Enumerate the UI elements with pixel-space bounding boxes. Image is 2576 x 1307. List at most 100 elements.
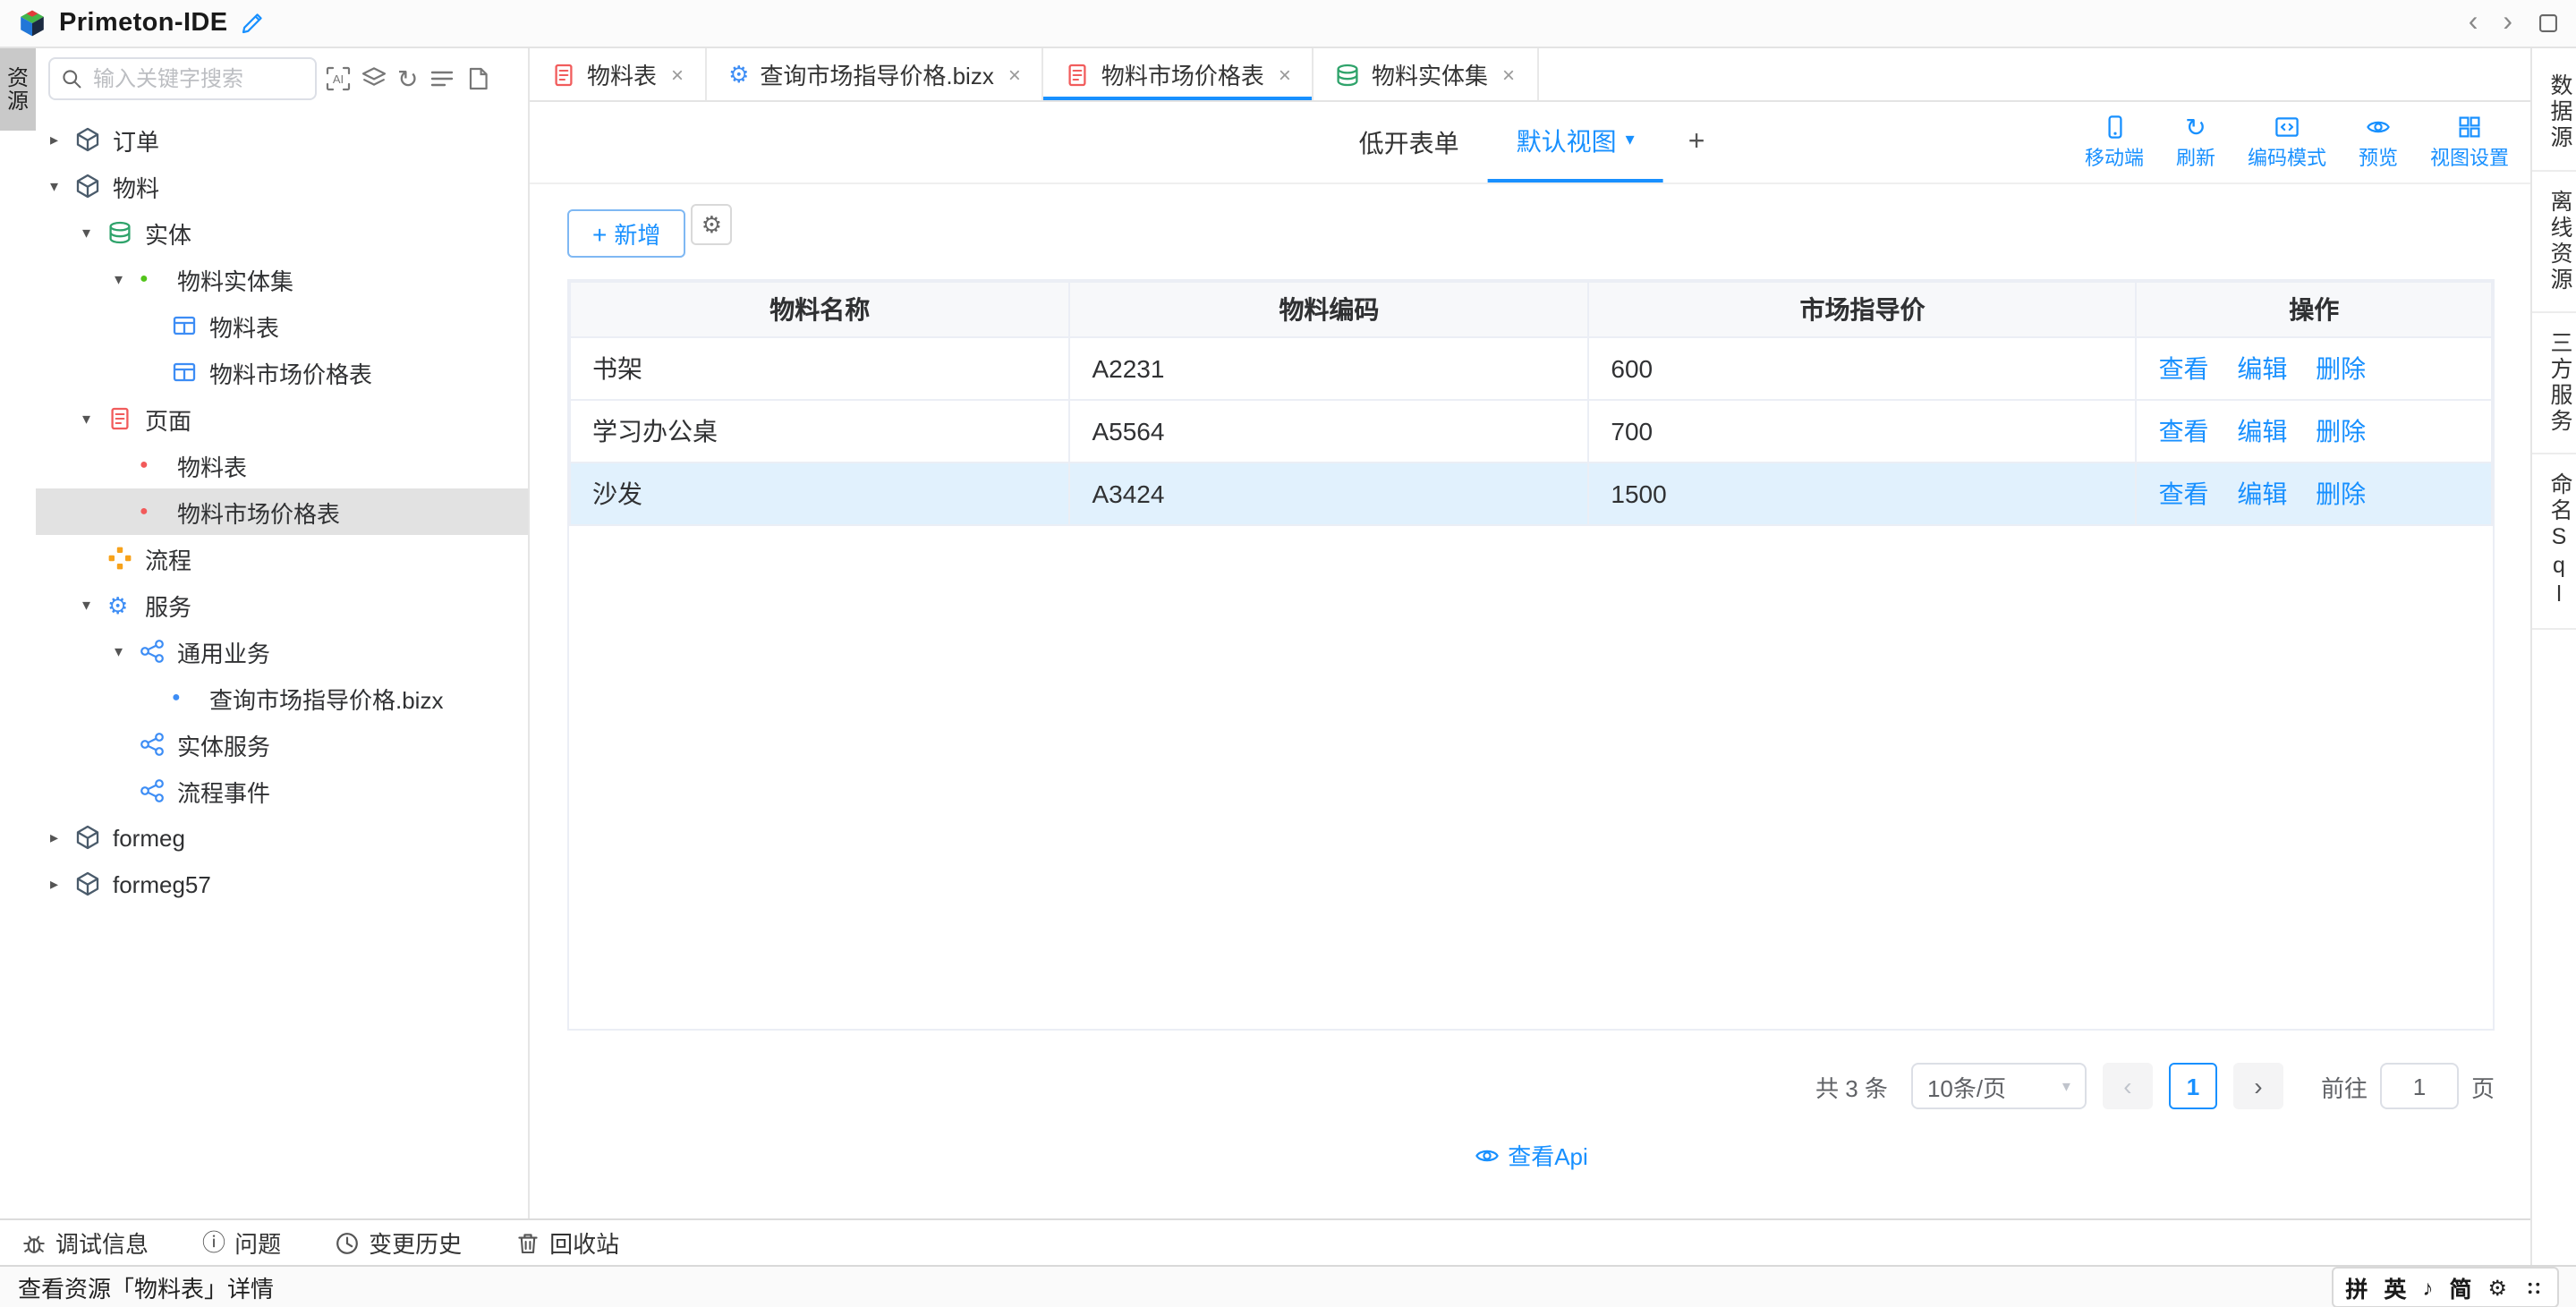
- action-label: 编码模式: [2248, 143, 2326, 172]
- tree-item[interactable]: ▾ ⚙ 服务: [36, 581, 528, 628]
- chevron-right-icon[interactable]: ▸: [50, 827, 75, 847]
- tree-item[interactable]: ● 查询市场指导价格.bizx: [36, 675, 528, 721]
- branch-icon: [140, 732, 165, 757]
- close-icon[interactable]: ×: [671, 62, 684, 87]
- preview-button[interactable]: 预览: [2359, 113, 2398, 172]
- editor-tab[interactable]: 物料实体集 ×: [1314, 48, 1538, 100]
- restore-window-icon[interactable]: [2538, 13, 2559, 34]
- tree-item[interactable]: ▸ formeg57: [36, 861, 528, 907]
- editor-tab[interactable]: 物料表 ×: [530, 48, 707, 100]
- chevron-down-icon[interactable]: ▾: [82, 595, 107, 615]
- change-history-button[interactable]: 变更历史: [335, 1226, 462, 1260]
- chevron-down-icon[interactable]: ▾: [115, 269, 140, 289]
- close-icon[interactable]: ×: [1502, 62, 1515, 87]
- table-row[interactable]: 学习办公桌 A5564 700 查看 编辑 删除: [570, 400, 2492, 463]
- chevron-right-icon[interactable]: ▸: [50, 130, 75, 149]
- grid-dots-icon[interactable]: [2523, 1277, 2545, 1298]
- next-page-button[interactable]: ›: [2233, 1063, 2283, 1109]
- table-settings-button[interactable]: ⚙: [691, 204, 732, 245]
- chevron-down-icon[interactable]: ▾: [115, 641, 140, 661]
- table-row[interactable]: 书架 A2231 600 查看 编辑 删除: [570, 337, 2492, 400]
- search-box[interactable]: [48, 57, 317, 100]
- main-content: + 新增 ⚙: [530, 184, 2530, 1218]
- edit-link[interactable]: 编辑: [2237, 417, 2287, 446]
- delete-link[interactable]: 删除: [2316, 354, 2366, 383]
- pencil-icon[interactable]: [241, 11, 266, 36]
- info-icon: ⓘ: [202, 1231, 225, 1254]
- chevron-right-icon[interactable]: ▸: [50, 874, 75, 894]
- blue-dot-icon: ●: [172, 691, 181, 705]
- rail-tab-third-party-services[interactable]: 三方服务: [2532, 312, 2576, 454]
- view-link[interactable]: 查看: [2159, 354, 2209, 383]
- tree-item[interactable]: ▾ 页面: [36, 395, 528, 442]
- tree-item[interactable]: 流程事件: [36, 768, 528, 814]
- refresh-icon[interactable]: ↻: [397, 66, 418, 91]
- tree-item[interactable]: ▸ 订单: [36, 116, 528, 163]
- delete-link[interactable]: 删除: [2316, 480, 2366, 508]
- list-icon[interactable]: [429, 66, 454, 91]
- status-message: 查看资源「物料表」详情: [18, 1270, 274, 1304]
- chevron-down-icon[interactable]: ▾: [50, 176, 75, 196]
- table-row-highlighted[interactable]: 沙发 A3424 1500 查看 编辑 删除: [570, 463, 2492, 525]
- tree-item[interactable]: ● 物料表: [36, 442, 528, 488]
- tree-item[interactable]: 实体服务: [36, 721, 528, 768]
- gear-icon[interactable]: ⚙: [2487, 1277, 2507, 1298]
- jump-page-input[interactable]: [2380, 1063, 2459, 1109]
- tree-item[interactable]: ▾ 实体: [36, 209, 528, 256]
- rail-tab-offline-resources[interactable]: 离线资源: [2532, 171, 2576, 312]
- refresh-button[interactable]: ↻ 刷新: [2176, 113, 2215, 172]
- view-link[interactable]: 查看: [2159, 417, 2209, 446]
- edit-link[interactable]: 编辑: [2237, 354, 2287, 383]
- action-label: 视图设置: [2430, 143, 2509, 172]
- debug-info-button[interactable]: 调试信息: [21, 1226, 149, 1260]
- view-settings-button[interactable]: 视图设置: [2430, 113, 2509, 172]
- ime-pinyin-toggle[interactable]: 拼: [2345, 1270, 2368, 1304]
- red-dot-icon: ●: [140, 505, 149, 519]
- tree-item[interactable]: 流程: [36, 535, 528, 581]
- tree-item[interactable]: 物料市场价格表: [36, 349, 528, 395]
- mobile-icon: [2102, 114, 2127, 139]
- tree-item[interactable]: ▸ formeg: [36, 814, 528, 861]
- tree-item-selected[interactable]: ● 物料市场价格表: [36, 488, 528, 535]
- page-size-select[interactable]: 10条/页 ▾: [1911, 1063, 2087, 1109]
- edit-link[interactable]: 编辑: [2237, 480, 2287, 508]
- recycle-bin-button[interactable]: 回收站: [515, 1226, 619, 1260]
- chevron-down-icon[interactable]: ▾: [82, 409, 107, 429]
- view-api-link[interactable]: 查看Api: [1474, 1138, 1588, 1172]
- caret-down-icon[interactable]: ▾: [1626, 131, 1635, 150]
- tree-item[interactable]: ▾ 物料: [36, 163, 528, 209]
- ai-scan-icon[interactable]: [326, 66, 351, 91]
- code-mode-button[interactable]: 编码模式: [2248, 113, 2326, 172]
- view-tab-default-active[interactable]: 默认视图 ▾: [1488, 102, 1663, 182]
- forward-button[interactable]: ›: [2503, 9, 2512, 38]
- mobile-view-button[interactable]: 移动端: [2085, 113, 2144, 172]
- left-rail-tab-resources[interactable]: 资源: [0, 48, 36, 131]
- editor-tab-active[interactable]: 物料市场价格表 ×: [1044, 48, 1314, 100]
- back-button[interactable]: ‹: [2469, 9, 2478, 38]
- new-doc-icon[interactable]: [464, 66, 489, 91]
- current-page-button[interactable]: 1: [2169, 1063, 2217, 1109]
- tree-item[interactable]: ▾ ● 物料实体集: [36, 256, 528, 302]
- search-input[interactable]: [89, 64, 304, 93]
- tree-item[interactable]: 物料表: [36, 302, 528, 349]
- ime-simplified-toggle[interactable]: 简: [2449, 1270, 2471, 1304]
- prev-page-button[interactable]: ‹: [2103, 1063, 2153, 1109]
- plus-icon: +: [592, 221, 607, 246]
- rail-tab-datasource[interactable]: 数据源: [2532, 55, 2576, 171]
- editor-tab[interactable]: ⚙ 查询市场指导价格.bizx ×: [707, 48, 1044, 100]
- problems-button[interactable]: ⓘ 问题: [202, 1226, 281, 1260]
- close-icon[interactable]: ×: [1279, 62, 1291, 87]
- delete-link[interactable]: 删除: [2316, 417, 2366, 446]
- tree-item[interactable]: ▾ 通用业务: [36, 628, 528, 675]
- music-note-icon[interactable]: ♪: [2422, 1277, 2433, 1298]
- rail-tab-named-sql[interactable]: 命名Sql: [2532, 454, 2576, 629]
- layers-icon[interactable]: [361, 66, 387, 91]
- ime-english-toggle[interactable]: 英: [2384, 1270, 2406, 1304]
- view-tab-form[interactable]: 低开表单: [1331, 102, 1488, 182]
- view-link[interactable]: 查看: [2159, 480, 2209, 508]
- code-mode-icon: [2274, 114, 2300, 139]
- close-icon[interactable]: ×: [1008, 62, 1021, 87]
- add-view-button[interactable]: +: [1663, 102, 1730, 182]
- chevron-down-icon[interactable]: ▾: [82, 223, 107, 242]
- add-row-button[interactable]: + 新增: [567, 209, 685, 258]
